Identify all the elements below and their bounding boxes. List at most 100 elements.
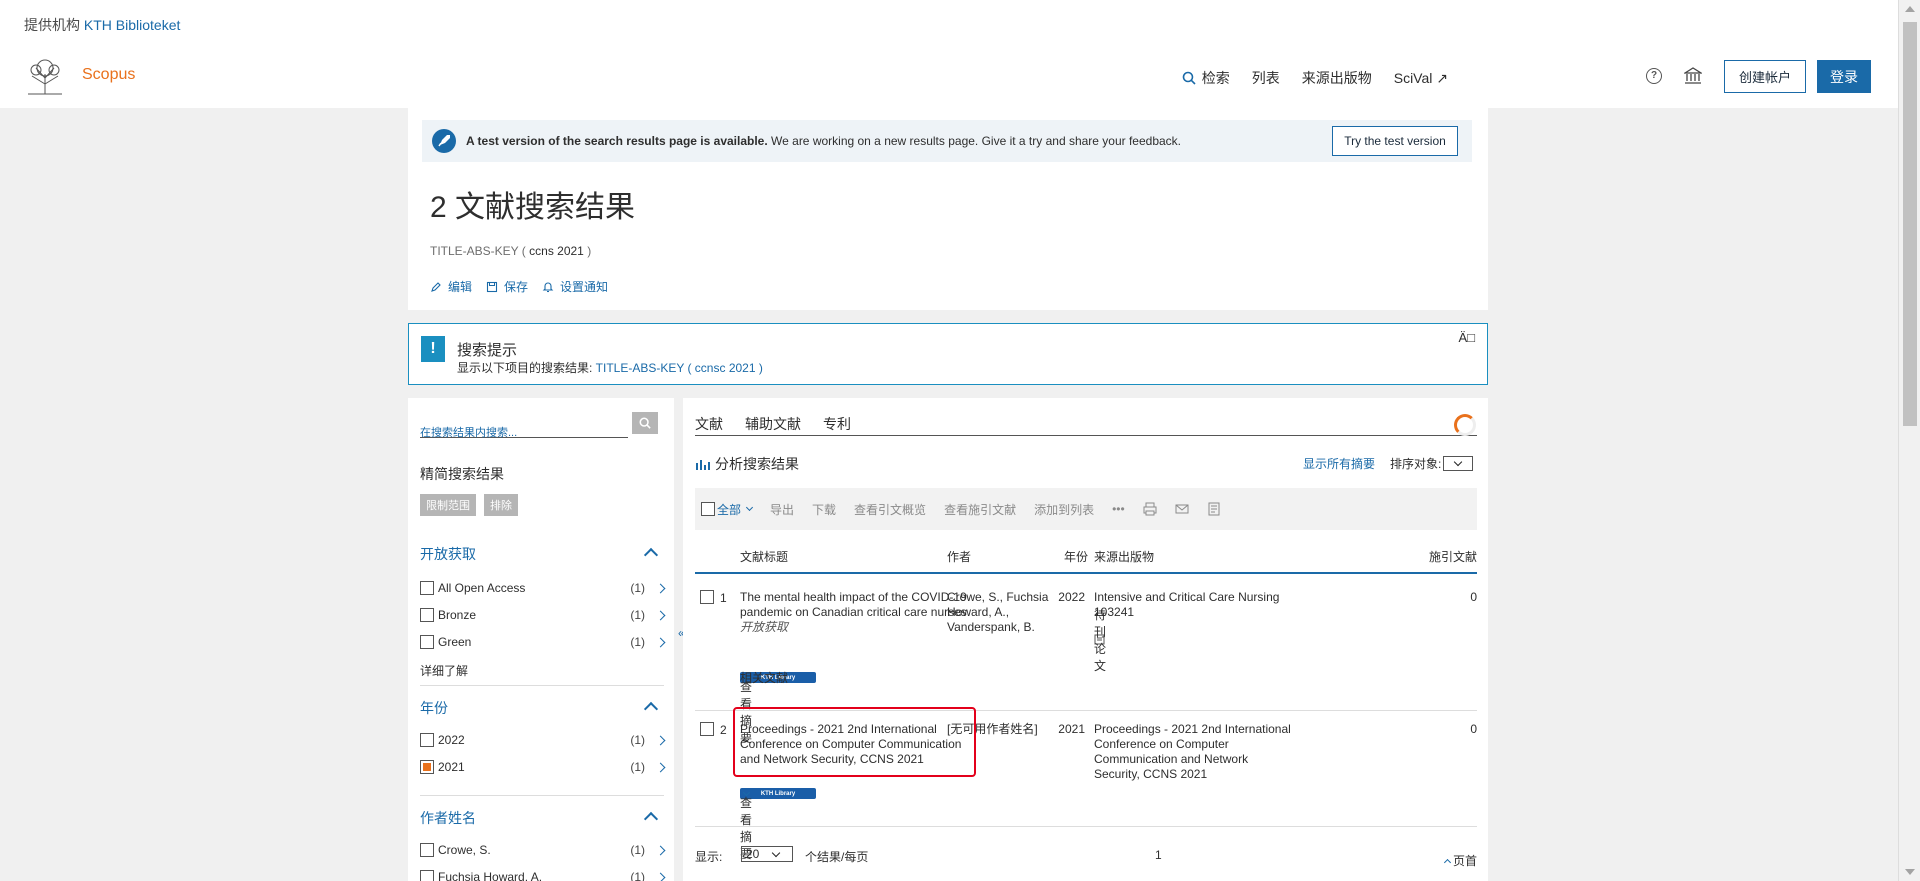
bibliography-icon[interactable] [1207,502,1221,516]
limit-to-button[interactable]: 限制范围 [420,494,476,516]
create-account-button[interactable]: 创建帐户 [1724,60,1806,93]
facet-year-title[interactable]: 年份 [420,698,448,718]
tab-patents[interactable]: 专利 [823,414,851,435]
select-all-control[interactable]: 全部 [701,501,754,518]
chevron-up-icon[interactable] [643,701,659,717]
divider [420,685,664,686]
checkbox[interactable] [420,608,434,622]
current-page[interactable]: 1 [1155,848,1162,862]
related-documents-link[interactable]: 相关文献 [740,669,788,686]
save-label: 保存 [504,280,529,294]
facet-author-title[interactable]: 作者姓名 [420,808,476,828]
learn-more-link[interactable]: 详细了解 [420,662,468,679]
add-to-list-button[interactable]: 添加到列表 [1034,501,1094,518]
checkbox[interactable] [420,635,434,649]
email-icon[interactable] [1175,502,1189,516]
print-icon[interactable] [1143,502,1157,516]
set-alert-link[interactable]: 设置通知 [542,278,608,295]
tab-secondary-documents[interactable]: 辅助文献 [745,414,801,435]
document-title-link[interactable]: The mental health impact of the COVID-19… [740,590,967,619]
document-title-link[interactable]: Proceedings - 2021 2nd International Con… [740,722,961,766]
save-query-link[interactable]: 保存 [486,278,528,295]
source-cell[interactable]: Intensive and Critical Care Nursing 1032… [1094,590,1294,620]
elsevier-logo[interactable] [24,56,66,96]
cites-cell[interactable]: 0 [1457,590,1477,604]
search-query: TITLE-ABS-KEY ( ccns 2021 ) [430,244,591,258]
facet-option[interactable]: Bronze (1) [420,606,666,624]
checkbox[interactable] [420,843,434,857]
cited-by-button[interactable]: 查看施引文献 [944,501,1016,518]
chevron-up-icon[interactable] [643,547,659,563]
try-test-version-button[interactable]: Try the test version [1332,126,1458,156]
source-cell[interactable]: Proceedings - 2021 2nd International Con… [1094,722,1294,782]
checkbox[interactable] [700,722,714,736]
nav-sources[interactable]: 来源出版物 [1302,68,1372,88]
facet-option[interactable]: 2022 (1) [420,731,666,749]
bar-chart-icon [696,460,710,470]
facet-option[interactable]: Crowe, S. (1) [420,841,666,859]
citation-overview-button[interactable]: 查看引文概览 [854,501,926,518]
checkbox[interactable] [700,590,714,604]
chevron-right-icon[interactable] [655,583,666,593]
cites-cell[interactable]: 0 [1457,722,1477,736]
tab-documents[interactable]: 文献 [695,414,723,435]
show-label: 显示: [695,850,723,864]
search-within-button[interactable] [632,412,658,434]
show-all-abstracts-link[interactable]: 显示所有摘要 [1303,455,1375,472]
checkbox[interactable] [420,733,434,747]
scroll-down-arrow[interactable] [1905,869,1915,875]
col-source[interactable]: 来源出版物 [1094,548,1154,565]
facet-option[interactable]: Fuchsia Howard, A. (1) [420,868,666,881]
results-panel: 文献 辅助文献 专利 分析搜索结果 显示所有摘要 排序对象: 全部 导出 下载 … [683,398,1488,881]
chevron-up-icon[interactable] [643,811,659,827]
col-authors[interactable]: 作者 [947,548,971,565]
back-to-top-link[interactable]: 页首 [1443,852,1477,869]
nav-lists[interactable]: 列表 [1252,68,1280,88]
more-icon[interactable]: ••• [1112,502,1125,516]
nav-scival[interactable]: SciVal ↗ [1394,70,1448,87]
export-button[interactable]: 导出 [770,501,794,518]
select-all-label: 全部 [717,502,742,517]
col-year[interactable]: 年份 [1064,548,1088,565]
chevron-right-icon[interactable] [655,637,666,647]
checkbox-checked[interactable] [420,760,434,774]
page-scrollbar[interactable] [1898,0,1920,881]
chevron-right-icon[interactable] [655,762,666,772]
exclude-button[interactable]: 排除 [484,494,518,516]
col-title[interactable]: 文献标题 [740,548,788,565]
login-button[interactable]: 登录 [1817,60,1871,93]
facet-option[interactable]: 2021 (1) [420,758,666,776]
provider-link[interactable]: KTH Biblioteket [84,17,180,33]
checkbox[interactable] [701,502,715,516]
scrollbar-thumb[interactable] [1903,22,1917,426]
chevron-right-icon[interactable] [655,610,666,620]
facet-open-access-title[interactable]: 开放获取 [420,544,476,564]
sort-select[interactable] [1443,456,1474,471]
checkbox[interactable] [420,870,434,881]
chevron-right-icon[interactable] [655,735,666,745]
hint-subtitle-text: 显示以下项目的搜索结果: [457,361,596,375]
download-button[interactable]: 下载 [812,501,836,518]
scroll-up-arrow[interactable] [1905,6,1915,12]
results-table-header: 文献标题 作者 年份 来源出版物 施引文献 [695,548,1477,574]
per-page-select[interactable]: 20 [741,846,793,862]
chevron-right-icon[interactable] [655,845,666,855]
chevron-right-icon[interactable] [655,872,666,881]
brand-scopus[interactable]: Scopus [82,66,135,84]
col-cited-by[interactable]: 施引文献 [1429,548,1477,565]
facet-option-count: (1) [630,843,645,857]
nav-search[interactable]: 检索 [1182,68,1230,88]
analyze-results-link[interactable]: 分析搜索结果 [695,454,799,474]
suggested-query-link[interactable]: TITLE-ABS-KEY ( ccnsc 2021 ) [596,361,763,375]
institution-icon[interactable] [1684,67,1702,85]
facet-option-label: Bronze [438,608,477,622]
checkbox[interactable] [420,581,434,595]
refine-sidebar: 在搜索结果内搜索... 精简搜索结果 限制范围 排除 开放获取 All Open… [408,398,674,881]
facet-option[interactable]: All Open Access (1) [420,579,666,597]
edit-query-link[interactable]: 编辑 [430,278,472,295]
facet-option[interactable]: Green (1) [420,633,666,651]
search-hint-box: ! 搜索提示 显示以下项目的搜索结果: TITLE-ABS-KEY ( ccns… [408,323,1488,385]
search-within-input[interactable]: 在搜索结果内搜索... [420,412,628,439]
banner-text: A test version of the search results pag… [466,134,1181,148]
help-icon[interactable]: ? [1646,68,1662,84]
